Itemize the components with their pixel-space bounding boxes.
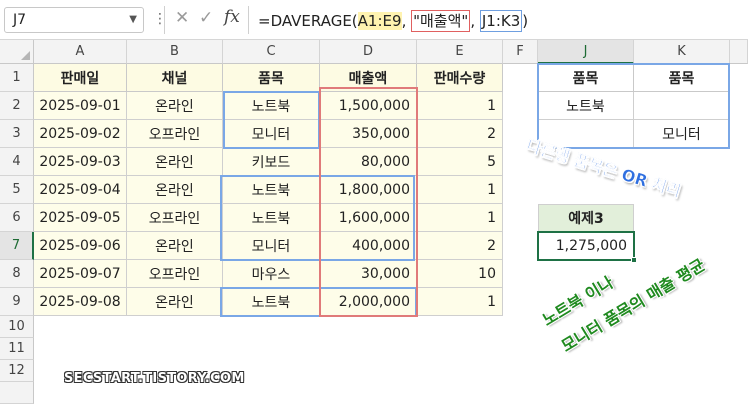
table-header-cell[interactable]: 매출액 (320, 64, 417, 92)
table-cell-item[interactable]: 노트북 (223, 204, 320, 232)
table-cell-item[interactable]: 노트북 (223, 288, 320, 316)
column-header-j[interactable]: J (538, 40, 634, 64)
table-cell-channel[interactable]: 온라인 (127, 288, 223, 316)
table-cell-date[interactable]: 2025-09-02 (34, 120, 127, 148)
table-cell-channel[interactable]: 오프라인 (127, 204, 223, 232)
column-header-e[interactable]: E (417, 40, 503, 64)
row-header-6[interactable]: 6 (0, 204, 34, 232)
row-header-9[interactable]: 9 (0, 288, 34, 316)
table-cell-sales[interactable]: 350,000 (320, 120, 417, 148)
formula-field-arg: "매출액" (411, 10, 471, 32)
chevron-down-icon[interactable]: ▼ (129, 8, 137, 32)
divider (248, 6, 249, 34)
column-header-l[interactable] (730, 40, 748, 64)
table-cell-item[interactable]: 모니터 (223, 232, 320, 260)
table-cell-date[interactable]: 2025-09-07 (34, 260, 127, 288)
table-cell-channel[interactable]: 온라인 (127, 176, 223, 204)
table-cell-channel[interactable]: 온라인 (127, 232, 223, 260)
row-header-11[interactable]: 11 (0, 338, 34, 360)
confirm-icon[interactable]: ✓ (199, 8, 213, 28)
result-value[interactable]: 1,275,000 (538, 232, 634, 260)
row-header-3[interactable]: 3 (0, 120, 34, 148)
table-cell-channel[interactable]: 온라인 (127, 92, 223, 120)
table-cell-item[interactable]: 모니터 (223, 120, 320, 148)
table-cell-date[interactable]: 2025-09-04 (34, 176, 127, 204)
formula-suffix: ) (522, 12, 529, 30)
row-header-8[interactable]: 8 (0, 260, 34, 288)
table-cell-sales[interactable]: 1,800,000 (320, 176, 417, 204)
column-header-c[interactable]: C (223, 40, 320, 64)
row-header-13[interactable] (0, 382, 34, 404)
table-cell-qty[interactable]: 2 (417, 232, 503, 260)
table-cell-channel[interactable]: 온라인 (127, 148, 223, 176)
table-cell-date[interactable]: 2025-09-05 (34, 204, 127, 232)
table-cell-item[interactable]: 키보드 (223, 148, 320, 176)
table-header-cell[interactable]: 판매일 (34, 64, 127, 92)
table-cell-sales[interactable]: 1,600,000 (320, 204, 417, 232)
table-cell-qty[interactable]: 2 (417, 120, 503, 148)
insert-function-icon[interactable]: fx (224, 7, 240, 27)
criteria-cell[interactable] (634, 92, 730, 120)
formula-prefix: =DAVERAGE( (258, 12, 358, 30)
formula-bar: J7 ▼ ⋮ ✕ ✓ fx =DAVERAGE(A1:E9, "매출액", J1… (0, 0, 748, 40)
criteria-cell[interactable]: 노트북 (538, 92, 634, 120)
table-header-cell[interactable]: 판매수량 (417, 64, 503, 92)
column-header-f[interactable]: F (503, 40, 538, 64)
table-cell-item[interactable]: 마우스 (223, 260, 320, 288)
name-box-value: J7 (13, 12, 27, 28)
table-header-cell[interactable]: 채널 (127, 64, 223, 92)
criteria-header-cell[interactable]: 품목 (634, 64, 730, 92)
column-header-a[interactable]: A (34, 40, 127, 64)
formula-comma: , (401, 12, 412, 30)
row-header-5[interactable]: 5 (0, 176, 34, 204)
column-header-k[interactable]: K (634, 40, 730, 64)
table-cell-sales[interactable]: 2,000,000 (320, 288, 417, 316)
row-header-4[interactable]: 4 (0, 148, 34, 176)
table-cell-qty[interactable]: 1 (417, 92, 503, 120)
table-cell-channel[interactable]: 오프라인 (127, 260, 223, 288)
select-all-button[interactable] (0, 40, 34, 64)
name-box[interactable]: J7 ▼ (4, 7, 144, 33)
formula-input[interactable]: =DAVERAGE(A1:E9, "매출액", J1:K3) (258, 10, 529, 32)
table-cell-qty[interactable]: 1 (417, 288, 503, 316)
table-cell-date[interactable]: 2025-09-01 (34, 92, 127, 120)
row-header-2[interactable]: 2 (0, 92, 34, 120)
criteria-header-cell[interactable]: 품목 (538, 64, 634, 92)
table-header-cell[interactable]: 품목 (223, 64, 320, 92)
table-cell-qty[interactable]: 10 (417, 260, 503, 288)
criteria-cell[interactable]: 모니터 (634, 120, 730, 148)
table-cell-qty[interactable]: 5 (417, 148, 503, 176)
table-cell-item[interactable]: 노트북 (223, 92, 320, 120)
cancel-icon[interactable]: ✕ (175, 8, 189, 28)
column-header-b[interactable]: B (127, 40, 223, 64)
table-cell-sales[interactable]: 400,000 (320, 232, 417, 260)
formula-criteria-range: J1:K3 (479, 10, 523, 32)
table-cell-sales[interactable]: 80,000 (320, 148, 417, 176)
table-cell-sales[interactable]: 1,500,000 (320, 92, 417, 120)
row-header-12[interactable]: 12 (0, 360, 34, 382)
result-label[interactable]: 예제3 (538, 204, 634, 232)
table-cell-item[interactable]: 노트북 (223, 176, 320, 204)
table-cell-qty[interactable]: 1 (417, 176, 503, 204)
column-header-d[interactable]: D (320, 40, 417, 64)
row-header-7[interactable]: 7 (0, 232, 34, 260)
row-header-1[interactable]: 1 (0, 64, 34, 92)
divider (164, 6, 165, 34)
formula-database-range: A1:E9 (357, 12, 402, 30)
watermark-text: SECSTART.TISTORY.COM (64, 371, 245, 386)
fill-handle[interactable] (631, 257, 637, 263)
table-cell-date[interactable]: 2025-09-08 (34, 288, 127, 316)
table-cell-date[interactable]: 2025-09-06 (34, 232, 127, 260)
table-cell-channel[interactable]: 오프라인 (127, 120, 223, 148)
table-cell-sales[interactable]: 30,000 (320, 260, 417, 288)
table-cell-date[interactable]: 2025-09-03 (34, 148, 127, 176)
row-header-10[interactable]: 10 (0, 316, 34, 338)
table-cell-qty[interactable]: 1 (417, 204, 503, 232)
formula-comma: , (470, 12, 480, 30)
